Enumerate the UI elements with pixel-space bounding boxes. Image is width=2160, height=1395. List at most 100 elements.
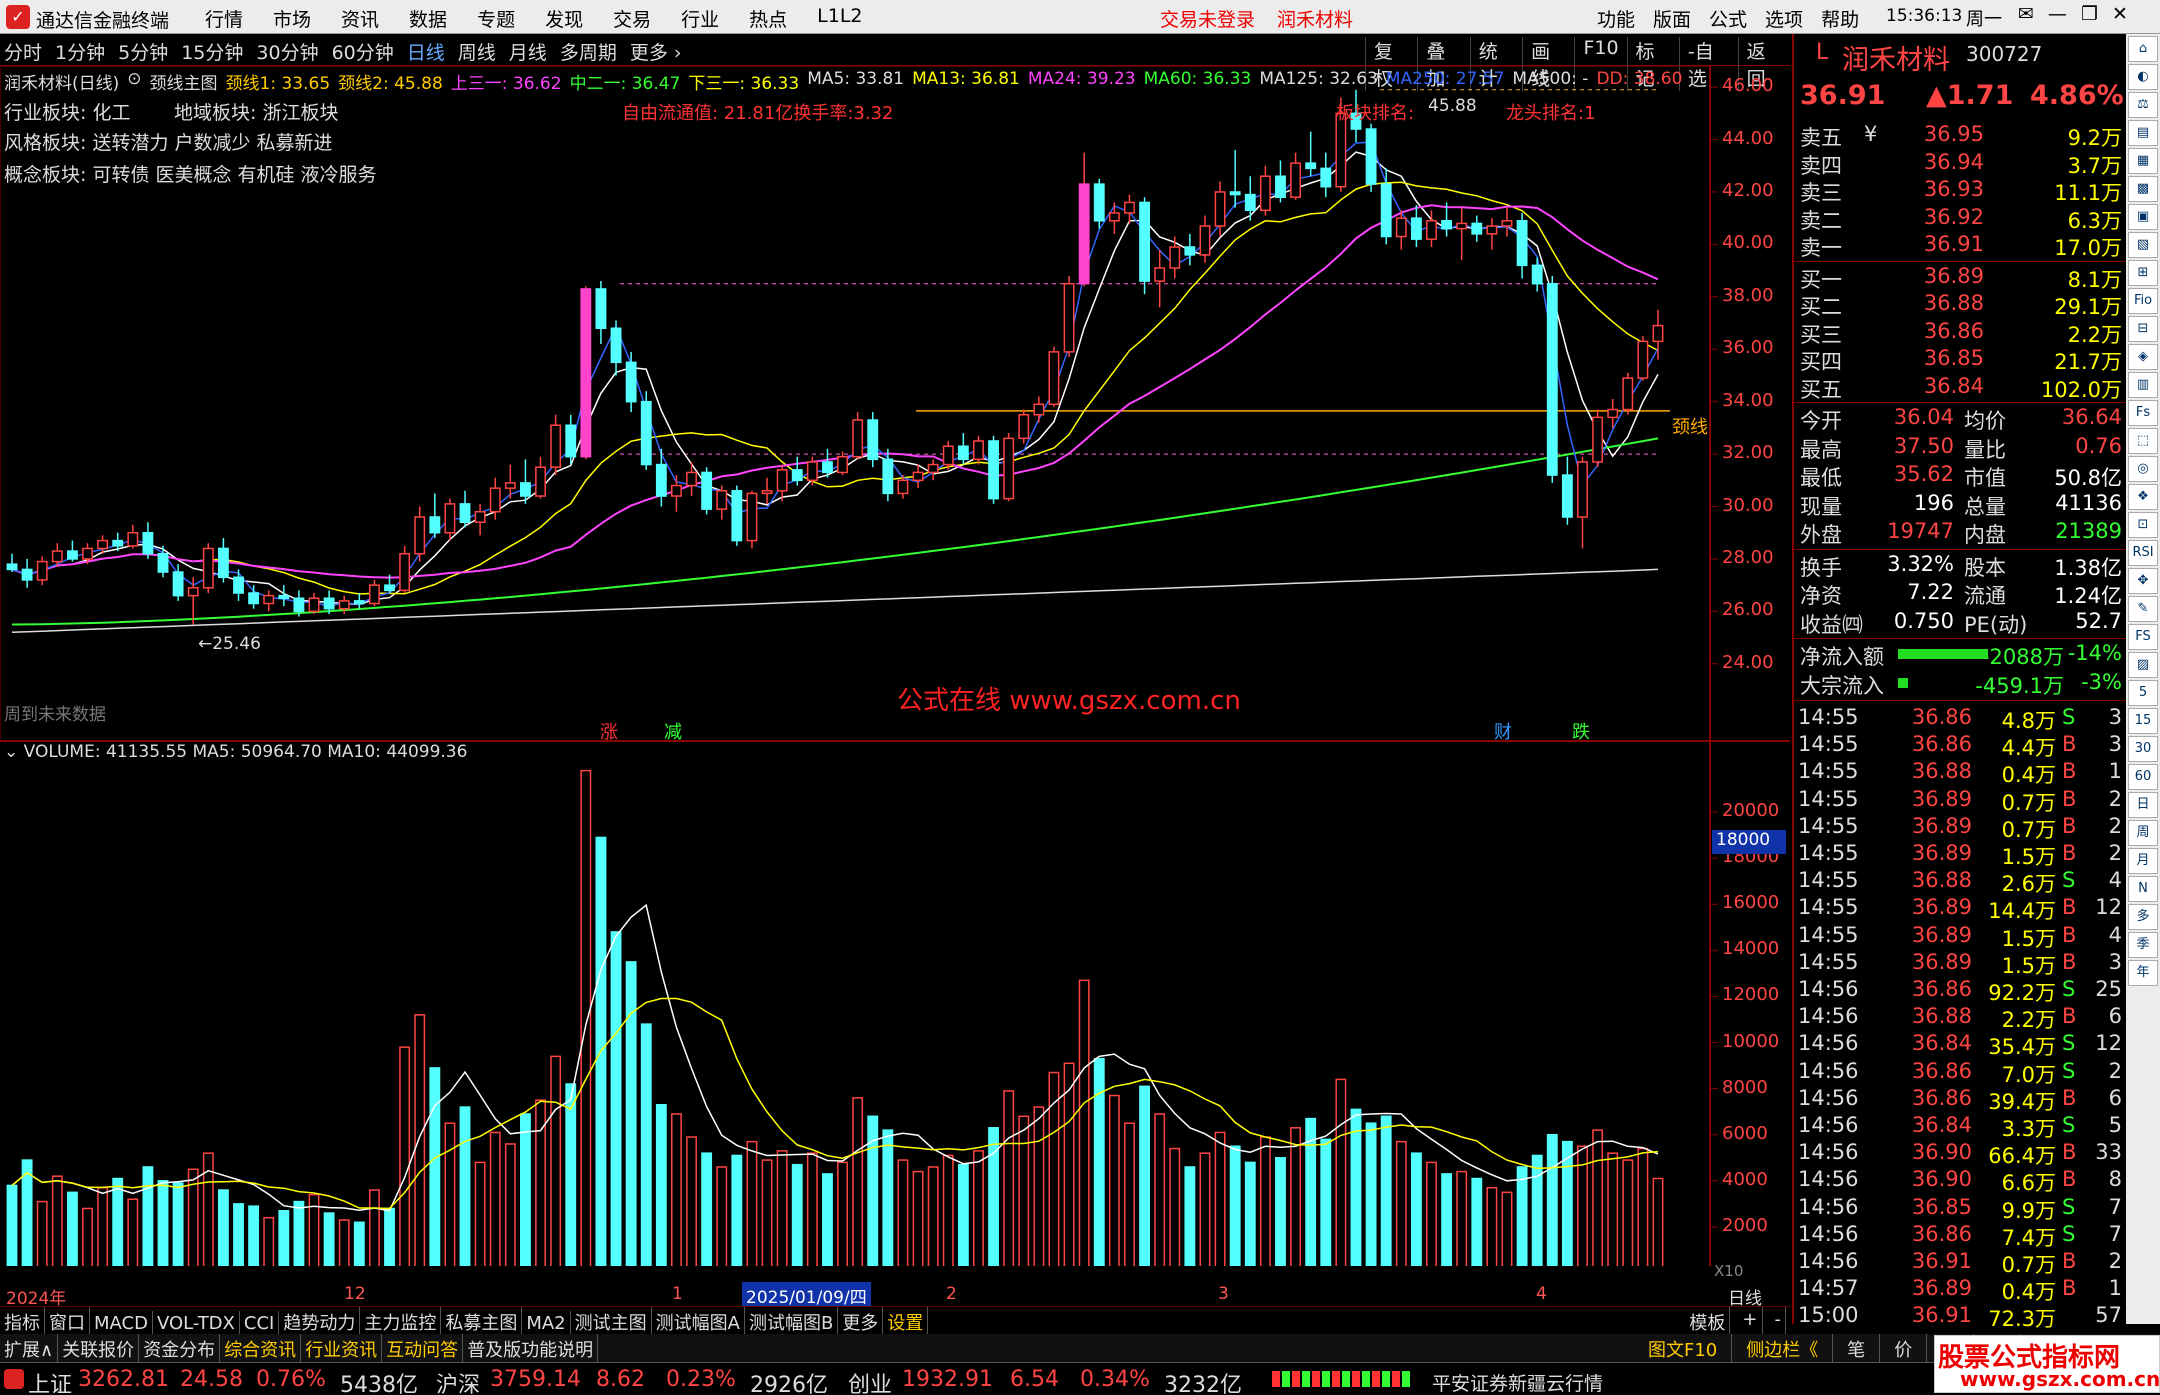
menu-item[interactable]: 市场	[273, 5, 311, 32]
indicator-value[interactable]: 颈线主图	[150, 69, 218, 94]
sidebar-button[interactable]: 周	[2128, 820, 2158, 846]
sidebar-button[interactable]: 30	[2128, 736, 2158, 762]
period-tab[interactable]: 5分钟	[118, 38, 168, 65]
sidebar-button[interactable]: RSI	[2128, 540, 2158, 566]
event-flag[interactable]: 涨	[600, 718, 618, 744]
panel-tab[interactable]: 侧边栏《	[1732, 1334, 1834, 1364]
indicator-tab[interactable]: 主力监控	[360, 1307, 442, 1337]
sidebar-button[interactable]: ▥	[2128, 372, 2158, 398]
extension-tab[interactable]: 综合资讯	[220, 1334, 302, 1364]
indicator-tab[interactable]: 测试幅图A	[652, 1307, 745, 1337]
period-tab[interactable]: 周线	[458, 38, 496, 65]
period-tab[interactable]: 日线	[407, 38, 445, 65]
sidebar-button[interactable]: ▣	[2128, 204, 2158, 230]
indicator-tab[interactable]: 测试幅图B	[745, 1307, 839, 1337]
menu-item[interactable]: 帮助	[1821, 5, 1859, 32]
sidebar-button[interactable]: 60	[2128, 764, 2158, 790]
login-status[interactable]: 交易未登录	[1160, 5, 1255, 32]
period-tab[interactable]: 60分钟	[332, 38, 394, 65]
panel-tab[interactable]: 笔	[1833, 1334, 1881, 1364]
kline-chart-area[interactable]: 润禾材料(日线) ⊙ 颈线主图 颈线1: 33.65 颈线2: 45.88 上三一: 36…	[0, 66, 1790, 1280]
period-tab[interactable]: 分时	[4, 38, 42, 65]
indicator-tab[interactable]: VOL-TDX	[153, 1311, 240, 1336]
sh-name[interactable]: 上证	[28, 1367, 72, 1395]
extension-tab[interactable]: 互动问答	[382, 1334, 464, 1364]
menu-item[interactable]: L1L2	[817, 5, 862, 32]
sidebar-button[interactable]: 15	[2128, 708, 2158, 734]
chart-svg[interactable]	[0, 66, 1790, 1266]
menu-item[interactable]: 交易	[613, 5, 651, 32]
indicator-tab[interactable]: 测试主图	[571, 1307, 652, 1337]
sidebar-button[interactable]: ◈	[2128, 344, 2158, 370]
indicator-tab[interactable]: CCI	[240, 1311, 280, 1336]
indicator-tab[interactable]: 设置	[883, 1307, 929, 1337]
menu-item[interactable]: 选项	[1765, 5, 1803, 32]
indicator-tab[interactable]: MACD	[90, 1311, 153, 1336]
menu-item[interactable]: 数据	[409, 5, 447, 32]
panel-tab[interactable]: 图文F10	[1634, 1334, 1733, 1364]
sidebar-button[interactable]: ⊟	[2128, 316, 2158, 342]
sidebar-button[interactable]: ▦	[2128, 148, 2158, 174]
sidebar-button[interactable]: Fs	[2128, 400, 2158, 426]
sidebar-button[interactable]: ✥	[2128, 568, 2158, 594]
sidebar-button[interactable]: 多	[2128, 904, 2158, 930]
sidebar-button[interactable]: N	[2128, 876, 2158, 902]
collapse-icon[interactable]: ⌄	[4, 742, 24, 762]
indicator-tab[interactable]: 私募主图	[441, 1307, 523, 1337]
indicator-tab[interactable]: 窗口	[45, 1307, 90, 1337]
menu-item[interactable]: 行业	[681, 5, 719, 32]
sidebar-button[interactable]: ⚖	[2128, 92, 2158, 118]
menu-item[interactable]: 行情	[205, 5, 243, 32]
extension-tab[interactable]: 扩展∧	[0, 1334, 59, 1364]
sidebar-button[interactable]: ▨	[2128, 652, 2158, 678]
sidebar-button[interactable]: ▩	[2128, 176, 2158, 202]
sidebar-button[interactable]: 季	[2128, 932, 2158, 958]
sidebar-button[interactable]: 5	[2128, 680, 2158, 706]
indicator-value[interactable]: ⊙	[127, 69, 141, 94]
period-tab[interactable]: 1分钟	[55, 38, 105, 65]
template-button[interactable]: 模板	[1685, 1307, 1731, 1337]
restore-icon[interactable]: ❐	[2081, 3, 2098, 25]
indicator-tab[interactable]: MA2	[522, 1311, 571, 1336]
sidebar-button[interactable]: 年	[2128, 960, 2158, 986]
indicator-tab[interactable]: 更多	[838, 1307, 884, 1337]
sidebar-button[interactable]: ❖	[2128, 484, 2158, 510]
period-tab[interactable]: 月线	[509, 38, 547, 65]
menu-item[interactable]: 公式	[1709, 5, 1747, 32]
event-flag[interactable]: 减	[664, 718, 682, 744]
sidebar-button[interactable]: 日	[2128, 792, 2158, 818]
sidebar-button[interactable]: FS	[2128, 624, 2158, 650]
menu-item[interactable]: 发现	[545, 5, 583, 32]
menu-item[interactable]: 专题	[477, 5, 515, 32]
extension-tab[interactable]: 行业资讯	[301, 1334, 383, 1364]
sidebar-button[interactable]: ⬚	[2128, 428, 2158, 454]
event-flag[interactable]: 财	[1494, 718, 1512, 744]
template-button[interactable]: -	[1771, 1307, 1786, 1337]
indicator-tab[interactable]: 指标	[0, 1307, 45, 1337]
minimize-icon[interactable]: —	[2048, 3, 2067, 25]
sidebar-button[interactable]: ⌂	[2128, 36, 2158, 62]
hs-name[interactable]: 沪深	[436, 1367, 480, 1395]
cy-name[interactable]: 创业	[848, 1367, 892, 1395]
panel-tab[interactable]: 价	[1880, 1334, 1928, 1364]
menu-item[interactable]: 热点	[749, 5, 787, 32]
sidebar-button[interactable]: ⊞	[2128, 260, 2158, 286]
period-tab[interactable]: 15分钟	[181, 38, 243, 65]
sidebar-button[interactable]: 月	[2128, 848, 2158, 874]
extension-tab[interactable]: 关联报价	[58, 1334, 140, 1364]
sidebar-button[interactable]: Fio	[2128, 288, 2158, 314]
period-tab[interactable]: 更多 ›	[630, 38, 682, 65]
extension-tab[interactable]: 资金分布	[139, 1334, 221, 1364]
menu-item[interactable]: 资讯	[341, 5, 379, 32]
sidebar-button[interactable]: ✎	[2128, 596, 2158, 622]
sidebar-button[interactable]: ◐	[2128, 64, 2158, 90]
menu-item[interactable]: 功能	[1597, 5, 1635, 32]
menu-item[interactable]: 版面	[1653, 5, 1691, 32]
period-tab[interactable]: 多周期	[560, 38, 617, 65]
message-icon[interactable]: ✉	[2018, 3, 2034, 25]
period-tab[interactable]: 30分钟	[256, 38, 318, 65]
template-button[interactable]: +	[1738, 1307, 1763, 1337]
sidebar-button[interactable]: ⊡	[2128, 512, 2158, 538]
event-flag[interactable]: 跌	[1572, 718, 1590, 744]
close-icon[interactable]: ✕	[2112, 3, 2128, 25]
